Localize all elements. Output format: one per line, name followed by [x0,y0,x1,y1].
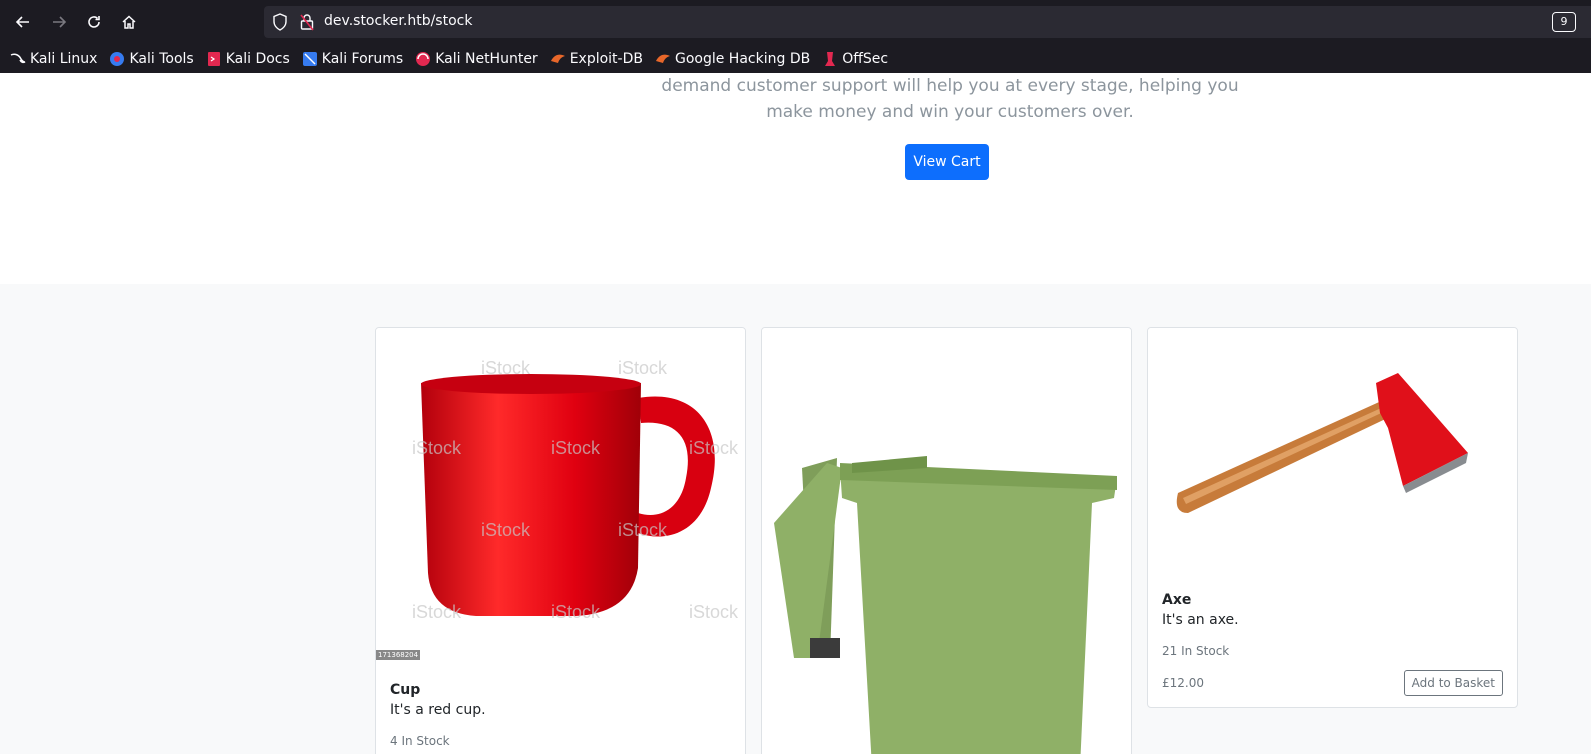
bin-image [762,328,1131,754]
offsec-icon [825,51,836,66]
hero-description: demand customer support will help you at… [661,76,1239,122]
bookmark-kali-forums[interactable]: Kali Forums [302,51,403,67]
axe-image [1148,328,1517,578]
product-description: It's an axe. [1162,612,1239,628]
cup-image: iStock iStock iStock iStock iStock iStoc… [376,328,745,668]
bookmarks-bar: Kali Linux Kali Tools Kali Docs Kali For… [0,44,1591,73]
home-icon [122,15,136,29]
insecure-lock-icon[interactable] [300,13,314,31]
card-body: Cup It's a red cup. 4 In Stock [376,668,745,754]
product-card-axe: Axe It's an axe. 21 In Stock £12.00 Add … [1147,327,1518,708]
bookmark-offsec[interactable]: OffSec [822,51,888,67]
exploit-db-icon [550,54,565,63]
card-footer: £12.00 Add to Basket [1162,670,1503,696]
product-title: Cup [390,682,421,698]
product-card-bin [761,327,1132,754]
bookmark-kali-linux[interactable]: Kali Linux [10,51,97,67]
shield-icon[interactable] [272,13,288,31]
products-section: iStock iStock iStock iStock iStock iStoc… [0,284,1591,754]
bookmark-kali-tools[interactable]: Kali Tools [109,51,194,67]
reload-button[interactable] [81,9,107,35]
add-to-basket-button[interactable]: Add to Basket [1403,670,1503,696]
kali-dragon-icon [10,52,26,63]
home-button[interactable] [116,9,142,35]
bookmark-exploit-db[interactable]: Exploit-DB [550,51,643,67]
watermark-text: iStock [481,358,531,378]
page-content: demand customer support will help you at… [0,73,1591,754]
product-title: Axe [1162,592,1192,608]
ghdb-icon [655,54,670,63]
browser-toolbar: dev.stocker.htb/stock 9 [0,0,1591,44]
green-bin-illustration [774,456,1117,754]
address-bar[interactable]: dev.stocker.htb/stock [264,6,1591,38]
product-description: It's a red cup. [390,702,486,718]
image-id-label: 171368204 [376,650,421,660]
kali-docs-icon [207,51,220,66]
axe-illustration [1176,373,1468,513]
card-body: Axe It's an axe. 21 In Stock £12.00 Add … [1148,578,1517,707]
back-arrow-icon [15,16,29,28]
forward-button[interactable] [46,9,72,35]
kali-nethunter-icon [416,51,431,66]
product-price: £12.00 [1162,676,1204,690]
forward-arrow-icon [53,16,67,28]
kali-forums-icon [302,51,317,66]
bookmark-google-hacking-db[interactable]: Google Hacking DB [655,51,810,67]
bookmark-kali-docs[interactable]: Kali Docs [206,51,290,67]
bookmark-kali-nethunter[interactable]: Kali NetHunter [415,51,538,67]
product-card-cup: iStock iStock iStock iStock iStock iStoc… [375,327,746,754]
product-stock: 21 In Stock [1162,644,1230,658]
view-cart-button[interactable]: View Cart [905,144,989,180]
back-button[interactable] [10,9,36,35]
tab-count-badge[interactable]: 9 [1552,12,1576,32]
product-stock: 4 In Stock [390,734,450,748]
kali-tools-icon [110,51,125,66]
reload-icon [88,16,100,28]
url-text[interactable]: dev.stocker.htb/stock [324,13,472,29]
